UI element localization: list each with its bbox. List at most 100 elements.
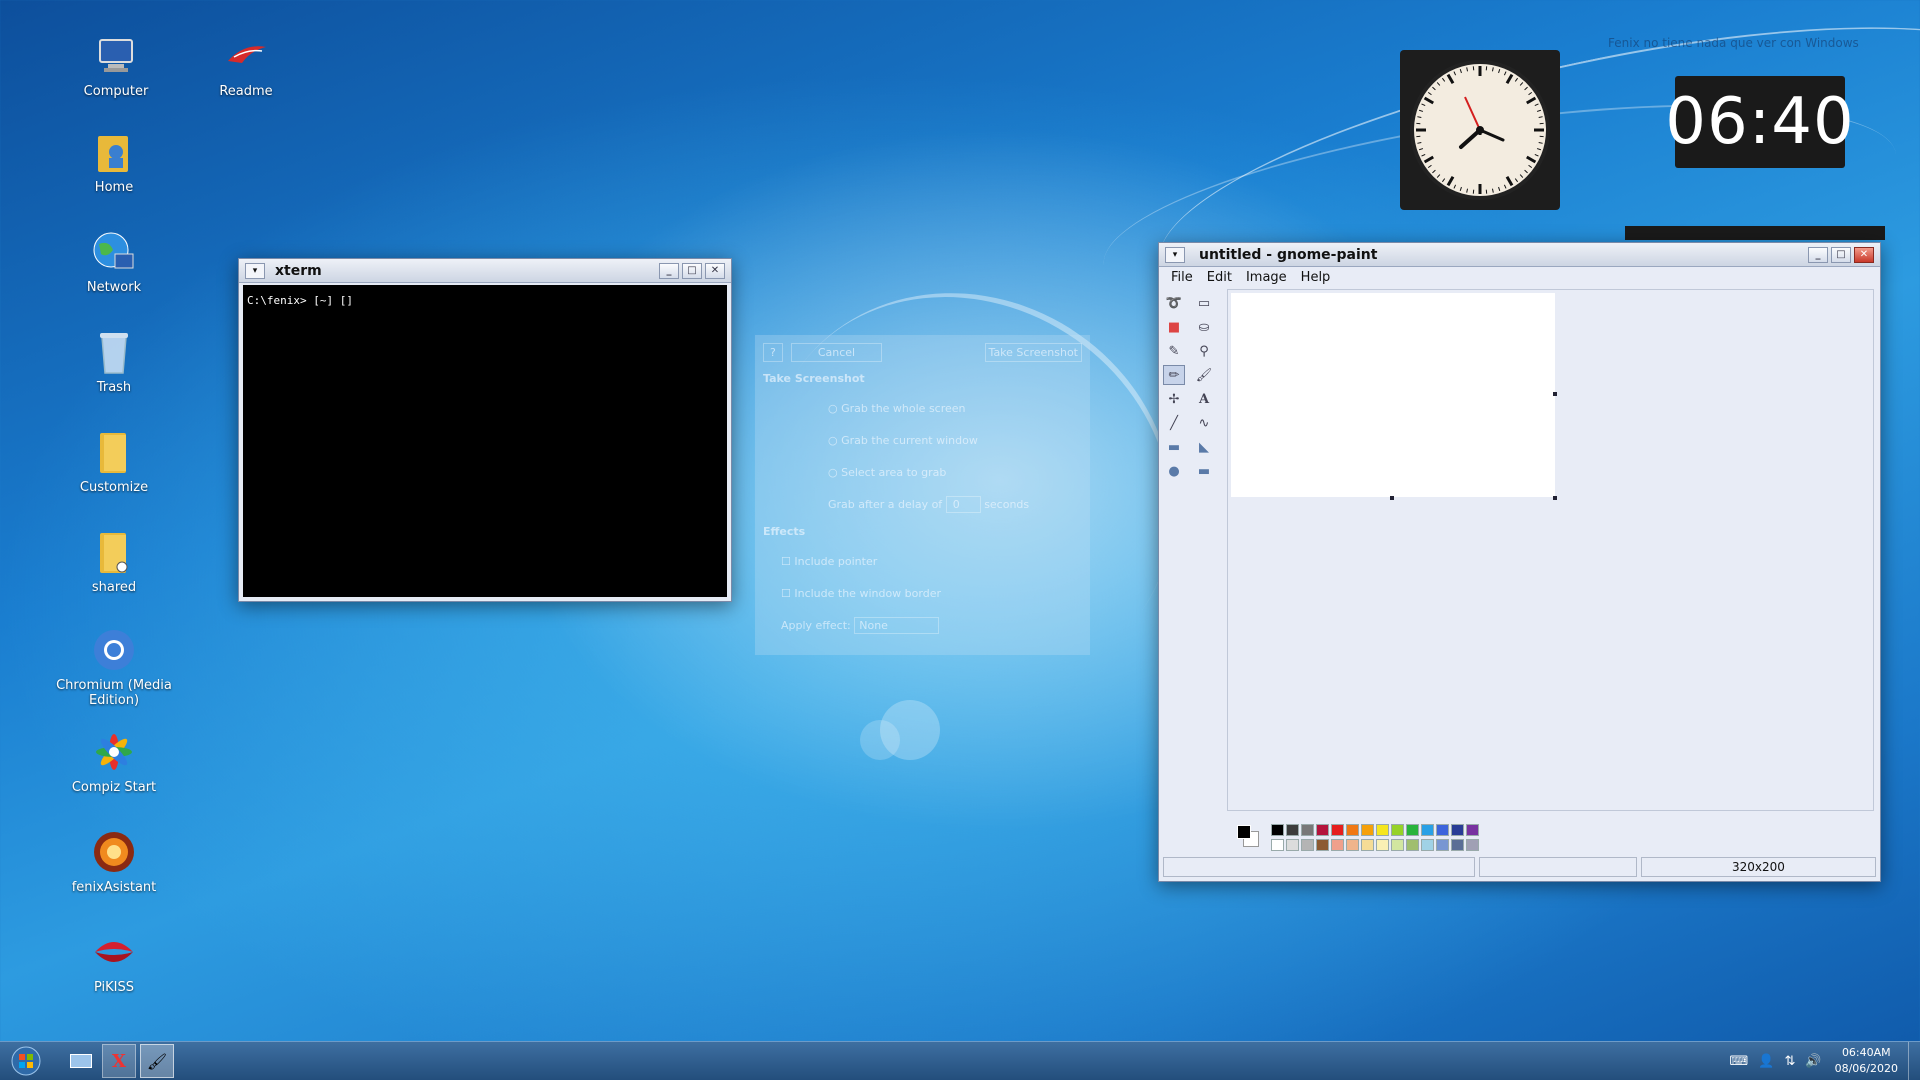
desktop-icon-home[interactable]: Home <box>54 128 174 195</box>
readme-icon <box>222 32 270 80</box>
palette-swatch[interactable] <box>1436 824 1449 836</box>
current-colors[interactable] <box>1235 821 1263 851</box>
minimize-icon[interactable]: _ <box>659 262 679 279</box>
compiz-icon <box>90 728 138 776</box>
palette-swatch[interactable] <box>1271 824 1284 836</box>
palette-swatch[interactable] <box>1301 839 1314 851</box>
rect-select-icon[interactable]: ▭ <box>1193 293 1215 313</box>
palette-swatch[interactable] <box>1406 824 1419 836</box>
network-icon[interactable]: ⇅ <box>1785 1054 1796 1069</box>
palette-swatch[interactable] <box>1451 839 1464 851</box>
minimize-icon[interactable]: _ <box>1808 246 1828 263</box>
close-icon[interactable]: ✕ <box>1854 246 1874 263</box>
palette-swatch[interactable] <box>1376 839 1389 851</box>
volume-icon[interactable]: 🔊 <box>1805 1054 1821 1069</box>
ellipse-icon[interactable]: ● <box>1163 461 1185 481</box>
taskbar-app-xterm[interactable]: X <box>102 1044 136 1078</box>
brush-icon[interactable]: 🖌 <box>1193 365 1215 385</box>
desktop-icon-computer[interactable]: Computer <box>56 32 176 99</box>
desktop-icon-customize[interactable]: Customize <box>54 428 174 495</box>
xterm-terminal[interactable]: C:\fenix> [~] [] <box>243 285 727 597</box>
palette-swatch[interactable] <box>1331 824 1344 836</box>
include-pointer-checkbox[interactable]: ☐ Include pointer <box>781 546 1082 578</box>
zoom-icon[interactable]: ⚲ <box>1193 341 1215 361</box>
palette-swatch[interactable] <box>1346 839 1359 851</box>
take-screenshot-button[interactable]: Take Screenshot <box>984 343 1082 362</box>
palette-swatch[interactable] <box>1421 839 1434 851</box>
palette-swatch[interactable] <box>1346 824 1359 836</box>
palette-swatch[interactable] <box>1361 824 1374 836</box>
menu-file[interactable]: File <box>1171 270 1193 285</box>
palette-swatch[interactable] <box>1331 839 1344 851</box>
taskbar-clock[interactable]: 06:40AM 08/06/2020 <box>1835 1045 1898 1077</box>
palette-swatch[interactable] <box>1391 824 1404 836</box>
rectangle-icon[interactable]: ▬ <box>1163 437 1185 457</box>
resize-handle[interactable] <box>1553 496 1557 500</box>
line-icon[interactable]: ╱ <box>1163 413 1185 433</box>
help-button[interactable]: ? <box>763 343 783 362</box>
desktop-icon-fenixasistant[interactable]: fenixAsistant <box>54 828 174 895</box>
maximize-icon[interactable]: □ <box>1831 246 1851 263</box>
palette-swatch[interactable] <box>1316 824 1329 836</box>
desktop-icon-trash[interactable]: Trash <box>54 328 174 395</box>
paint-titlebar[interactable]: ▾ untitled - gnome-paint _ □ ✕ <box>1159 243 1880 267</box>
window-menu-icon[interactable]: ▾ <box>1165 246 1185 263</box>
include-border-checkbox[interactable]: ☐ Include the window border <box>781 578 1082 610</box>
palette-swatch[interactable] <box>1406 839 1419 851</box>
taskbar-app-gnome-paint[interactable]: 🖌 <box>140 1044 174 1078</box>
menu-help[interactable]: Help <box>1301 270 1331 285</box>
taskbar-show-desktop[interactable] <box>64 1044 98 1078</box>
palette-swatch[interactable] <box>1301 824 1314 836</box>
desktop-icon-pikiss[interactable]: PiKISS <box>54 928 174 995</box>
airbrush-icon[interactable]: ✢ <box>1163 389 1185 409</box>
resize-handle[interactable] <box>1553 392 1557 396</box>
eraser-icon[interactable]: ■ <box>1163 317 1185 337</box>
fill-bucket-icon[interactable]: ⛀ <box>1193 317 1215 337</box>
palette-swatch[interactable] <box>1376 824 1389 836</box>
option-current-window[interactable]: ○ Grab the current window <box>828 425 1082 457</box>
polygon-icon[interactable]: ◣ <box>1193 437 1215 457</box>
user-icon[interactable]: 👤 <box>1758 1054 1774 1069</box>
desktop-icon-readme[interactable]: Readme <box>186 32 306 99</box>
desktop-icon-compiz[interactable]: Compiz Start <box>54 728 174 795</box>
palette-swatch[interactable] <box>1466 824 1479 836</box>
show-desktop-button[interactable] <box>1908 1042 1920 1080</box>
palette-swatch[interactable] <box>1316 839 1329 851</box>
palette-swatch[interactable] <box>1286 839 1299 851</box>
resize-handle[interactable] <box>1390 496 1394 500</box>
option-label: Select area to grab <box>841 466 947 479</box>
delay-input[interactable]: 0 <box>945 496 981 513</box>
palette-swatch[interactable] <box>1271 839 1284 851</box>
maximize-icon[interactable]: □ <box>682 262 702 279</box>
palette-swatch[interactable] <box>1361 839 1374 851</box>
palette-swatch[interactable] <box>1421 824 1434 836</box>
cancel-button[interactable]: Cancel <box>790 343 883 362</box>
menu-edit[interactable]: Edit <box>1207 270 1232 285</box>
palette-swatch[interactable] <box>1286 824 1299 836</box>
xterm-titlebar[interactable]: ▾ xterm _ □ ✕ <box>239 259 731 283</box>
desktop-icon-network[interactable]: Network <box>54 228 174 295</box>
desktop-icon-chromium[interactable]: Chromium (Media Edition) <box>54 626 174 708</box>
window-menu-icon[interactable]: ▾ <box>245 262 265 279</box>
palette-swatch[interactable] <box>1466 839 1479 851</box>
pencil-icon[interactable]: ✏ <box>1163 365 1185 385</box>
drawing-canvas[interactable] <box>1231 293 1555 497</box>
option-select-area[interactable]: ○ Select area to grab <box>828 457 1082 489</box>
effect-select[interactable]: None <box>854 617 939 634</box>
start-button[interactable] <box>6 1043 46 1079</box>
palette-swatch[interactable] <box>1391 839 1404 851</box>
text-icon[interactable]: A <box>1193 389 1215 409</box>
menu-image[interactable]: Image <box>1246 270 1287 285</box>
close-icon[interactable]: ✕ <box>705 262 725 279</box>
palette-swatch[interactable] <box>1451 824 1464 836</box>
desktop-icon-shared[interactable]: shared <box>54 528 174 595</box>
curve-icon[interactable]: ∿ <box>1193 413 1215 433</box>
icon-label: Customize <box>79 480 149 495</box>
rounded-rect-icon[interactable]: ▬ <box>1193 461 1215 481</box>
keyboard-icon[interactable]: ⌨ <box>1730 1054 1749 1069</box>
palette-swatch[interactable] <box>1436 839 1449 851</box>
color-picker-icon[interactable]: ✎ <box>1163 341 1185 361</box>
gnome-paint-window: ▾ untitled - gnome-paint _ □ ✕ File Edit… <box>1158 242 1881 882</box>
lasso-select-icon[interactable]: ➰ <box>1163 293 1185 313</box>
option-whole-screen[interactable]: ○ Grab the whole screen <box>828 393 1082 425</box>
